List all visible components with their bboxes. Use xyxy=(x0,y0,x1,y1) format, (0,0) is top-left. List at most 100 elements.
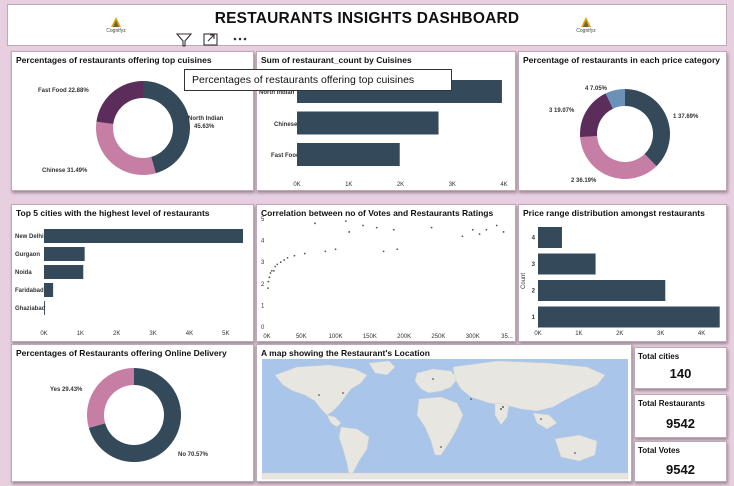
scatter-point xyxy=(392,228,395,231)
x-tick-label: 4K xyxy=(500,182,507,188)
x-tick-label: 0K xyxy=(263,334,270,340)
bar xyxy=(44,265,84,279)
kpi-total-restaurants: Total Restaurants 9542 xyxy=(634,394,727,438)
scatter-point xyxy=(276,263,279,266)
x-tick-label: 35... xyxy=(501,334,513,340)
scatter-point xyxy=(283,259,286,261)
focus-mode-icon[interactable] xyxy=(203,33,218,46)
label-chinese: Chinese 31.49% xyxy=(42,168,88,174)
dashboard-header: Cognifyz RESTAURANTS INSIGHTS DASHBOARD … xyxy=(7,4,727,46)
kpi-label: Total Votes xyxy=(638,446,680,455)
bar xyxy=(297,111,439,135)
category-label: 4 xyxy=(532,236,536,242)
scatter-point xyxy=(274,265,277,268)
x-tick-label: 1K xyxy=(77,331,84,337)
online-delivery-donut-chart[interactable]: Yes 29.43% No 70.57% xyxy=(12,345,254,482)
label-price-3: 3 19.07% xyxy=(549,108,575,114)
scatter-point xyxy=(348,231,351,233)
bar xyxy=(44,229,244,243)
world-map[interactable] xyxy=(257,345,632,482)
x-tick-label: 3K xyxy=(657,331,664,337)
scatter-point xyxy=(286,256,289,259)
x-tick-label: 3K xyxy=(149,331,156,337)
category-label: Ghaziabad xyxy=(15,306,46,312)
visual-toolbar xyxy=(175,31,255,49)
x-tick-label: 4K xyxy=(186,331,193,337)
scatter-point xyxy=(269,272,272,274)
bar xyxy=(538,306,720,328)
more-options-icon[interactable] xyxy=(233,37,247,41)
x-tick-label: 2K xyxy=(616,331,623,337)
kpi-value: 9542 xyxy=(666,462,695,477)
category-label: Faridabad xyxy=(15,288,44,294)
scatter-point xyxy=(293,254,296,257)
x-tick-label: 5K xyxy=(222,331,229,337)
category-label: 3 xyxy=(532,262,536,268)
x-tick-label: 0K xyxy=(293,182,300,188)
card-votes-rating[interactable]: Correlation between no of Votes and Rest… xyxy=(256,204,516,342)
x-tick-label: 200K xyxy=(397,334,411,340)
bar xyxy=(538,280,666,301)
scatter-point xyxy=(303,252,306,255)
kpi-total-votes: Total Votes 9542 xyxy=(634,441,727,482)
x-tick-label: 2K xyxy=(113,331,120,337)
scatter-point xyxy=(268,276,271,279)
bar xyxy=(297,143,400,166)
donut-slice xyxy=(625,89,670,167)
label-no: No 70.57% xyxy=(178,452,209,458)
scatter-point xyxy=(270,269,273,272)
scatter-point xyxy=(279,261,282,264)
x-tick-label: 3K xyxy=(449,182,456,188)
scatter-point xyxy=(461,235,464,238)
kpi-label: Total Restaurants xyxy=(638,399,705,408)
price-category-donut-chart[interactable]: 4 7.05% 3 19.07% 1 37.69% 2 36.19% xyxy=(519,52,727,191)
price-range-bar-chart[interactable]: Count 4 3 2 1 0K 1K 2K 3K 4K xyxy=(519,205,727,342)
top-cities-bar-chart[interactable]: New Delhi Gurgaon Noida Faridabad Ghaziabad 0… xyxy=(12,205,254,342)
category-label: Gurgaon xyxy=(15,252,40,258)
bar xyxy=(44,283,54,297)
kpi-total-cities: Total cities 140 xyxy=(634,347,727,389)
bar xyxy=(538,227,562,248)
y-tick-label: 2 xyxy=(261,282,265,288)
card-map[interactable]: A map showing the Restaurant's Location xyxy=(256,344,632,482)
scatter-point xyxy=(382,250,385,253)
label-north-indian: North Indian xyxy=(188,116,224,122)
card-top-cities[interactable]: Top 5 cities with the highest level of r… xyxy=(11,204,254,342)
card-online-delivery[interactable]: Percentages of Restaurants offering Onli… xyxy=(11,344,254,482)
bar xyxy=(538,253,596,275)
scatter-point xyxy=(324,250,327,253)
x-tick-label: 300K xyxy=(466,334,480,340)
scatter-point xyxy=(478,233,481,236)
category-label: 2 xyxy=(532,289,536,295)
scatter-point xyxy=(502,231,505,233)
y-axis-label: Count xyxy=(521,273,527,289)
donut-slice xyxy=(580,93,613,138)
label-fast-food: Fast Food 22.88% xyxy=(38,88,89,94)
kpi-value: 9542 xyxy=(666,416,695,431)
logo-right-text: Cognifyz xyxy=(576,28,596,34)
scatter-point xyxy=(495,224,498,227)
kpi-value: 140 xyxy=(669,366,692,381)
donut-slice xyxy=(86,368,134,428)
y-tick-label: 3 xyxy=(261,260,265,266)
scatter-point xyxy=(267,280,270,283)
y-tick-label: 1 xyxy=(261,303,265,309)
label-north-indian-pct: 45.63% xyxy=(194,124,215,130)
page-title: RESTAURANTS INSIGHTS DASHBOARD xyxy=(214,10,520,27)
kpi-label: Total cities xyxy=(638,352,680,361)
cognifyz-logo-icon xyxy=(581,17,591,27)
scatter-point xyxy=(375,226,378,229)
scatter-point xyxy=(267,287,269,290)
donut-slice xyxy=(580,135,657,180)
x-tick-label: 2K xyxy=(397,182,404,188)
filter-icon[interactable] xyxy=(175,33,193,47)
x-tick-label: 100K xyxy=(329,334,343,340)
votes-rating-scatter-chart[interactable]: 0123450K 50K 100K 150K 200K 250K 300K 35... xyxy=(257,205,516,342)
card-price-range[interactable]: Price range distribution amongst restaur… xyxy=(518,204,727,342)
card-price-category[interactable]: Percentage of restaurants in each price … xyxy=(518,51,727,191)
y-tick-label: 4 xyxy=(261,239,265,245)
category-label: Fast Food xyxy=(271,153,300,159)
bar xyxy=(44,247,85,261)
scatter-point xyxy=(362,224,364,227)
y-tick-label: 0 xyxy=(261,325,265,331)
